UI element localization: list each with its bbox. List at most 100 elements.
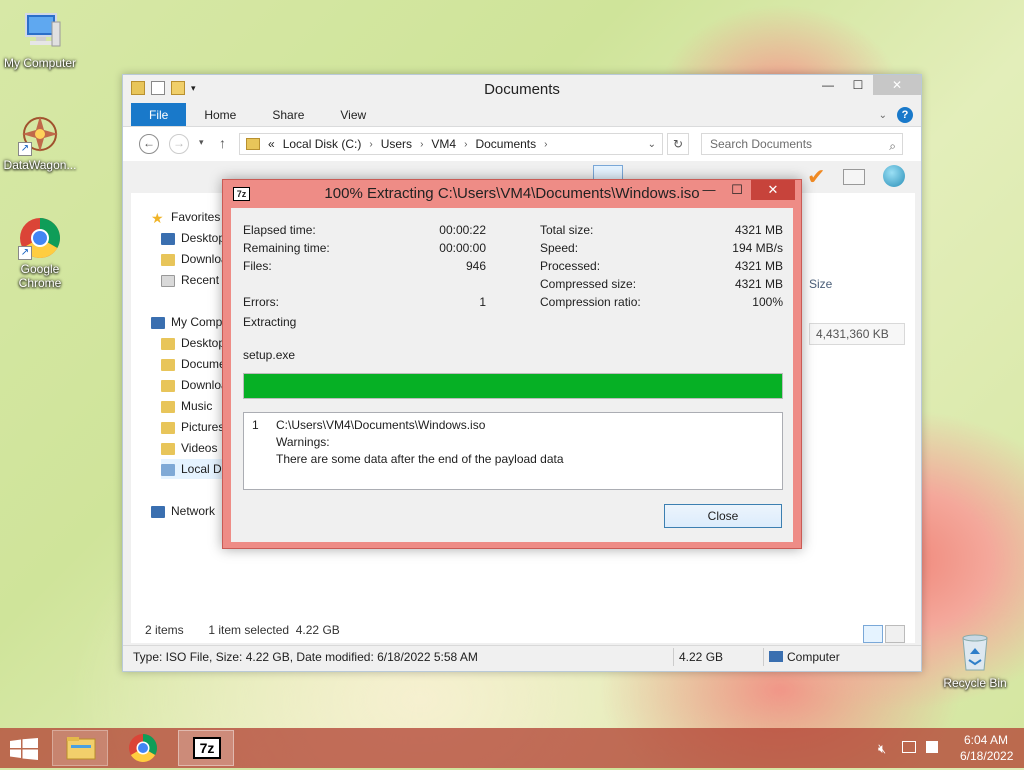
breadcrumb-separator[interactable]: › [369, 139, 372, 150]
downloads-icon [161, 253, 175, 266]
errors-label: Errors: [243, 295, 279, 309]
desktop-icon-label: My Computer [3, 56, 77, 70]
processed-value: 4321 MB [734, 259, 783, 273]
desktop-icon-label: Recycle Bin [943, 676, 1007, 690]
chevron-down-icon[interactable]: ⌄ [648, 139, 656, 150]
progress-fill [244, 374, 782, 398]
taskbar-7zip[interactable]: 7z [178, 730, 234, 766]
window-controls: — ☐ ✕ [813, 75, 921, 95]
messages-list[interactable]: 1 C:\Users\VM4\Documents\Windows.iso War… [243, 412, 783, 490]
forward-button[interactable]: → [169, 134, 189, 154]
column-header-size[interactable]: Size [809, 277, 832, 291]
ribbon-right: ⌄ ? [879, 107, 913, 123]
breadcrumb-separator[interactable]: › [420, 139, 423, 150]
maximize-icon[interactable]: ☐ [843, 75, 873, 95]
globe-icon[interactable] [883, 165, 905, 187]
up-icon[interactable]: ↑ [219, 135, 226, 151]
refresh-button[interactable]: ↻ [667, 133, 689, 155]
breadcrumb-local-disk[interactable]: Local Disk (C:) [283, 137, 362, 151]
recent-places-icon [161, 274, 175, 287]
recycle-bin-icon [953, 630, 997, 674]
desktop-icon-label: DataWagon... [3, 158, 77, 172]
system-tray: 🔇︎ 6:04 AM 6/18/2022 [864, 728, 1024, 768]
file-details: Type: ISO File, Size: 4.22 GB, Date modi… [133, 650, 478, 664]
desktop-icon-google-chrome[interactable]: ↗ Google Chrome [0, 216, 80, 290]
nav-label: Network [171, 504, 216, 518]
help-icon[interactable]: ? [897, 107, 913, 123]
dialog-window-controls: — ☐ ✕ [695, 180, 795, 200]
maximize-icon[interactable]: ☐ [723, 180, 751, 200]
files-value: 946 [465, 259, 486, 273]
shortcut-arrow-icon: ↗ [18, 142, 32, 156]
music-folder-icon [161, 400, 175, 413]
nav-label: Desktop [181, 336, 226, 350]
compressed-size-value: 4321 MB [734, 277, 783, 291]
star-icon: ★ [151, 209, 164, 226]
remaining-time-value: 00:00:00 [439, 241, 486, 255]
tab-share[interactable]: Share [254, 103, 322, 126]
nav-label: Music [181, 399, 213, 413]
clock-date[interactable]: 6/18/2022 [960, 749, 1013, 763]
windows-start-icon[interactable] [10, 738, 38, 760]
address-bar[interactable]: « Local Disk (C:) › Users › VM4 › Docume… [239, 133, 663, 155]
ribbon-tabs: File Home Share View ⌄ ? [123, 103, 921, 127]
chrome-icon [129, 734, 157, 762]
close-icon[interactable]: ✕ [873, 75, 921, 95]
tab-file[interactable]: File [131, 103, 187, 126]
action-center-icon[interactable] [926, 741, 938, 753]
breadcrumb-documents[interactable]: Documents [475, 137, 536, 151]
folder-icon [246, 138, 260, 150]
dialog-titlebar[interactable]: 7z 100% Extracting C:\Users\VM4\Document… [223, 180, 801, 208]
close-button[interactable]: Close [664, 504, 782, 528]
checkmark-icon[interactable]: ✔ [807, 165, 825, 189]
progress-bar [243, 373, 783, 399]
expand-ribbon-icon[interactable]: ⌄ [879, 110, 887, 121]
address-prefix[interactable]: « [268, 137, 275, 151]
folder-icon [161, 358, 175, 371]
7zip-icon: 7z [193, 737, 221, 759]
breadcrumb-vm4[interactable]: VM4 [431, 137, 456, 151]
processed-label: Processed: [540, 259, 601, 273]
breadcrumb-users[interactable]: Users [381, 137, 412, 151]
desktop-icon-datawagon[interactable]: ↗ DataWagon... [0, 112, 80, 172]
search-icon: ⌕ [889, 139, 896, 153]
large-icons-view-icon[interactable] [885, 625, 905, 643]
navigation-bar: ← → ▾ ↑ « Local Disk (C:) › Users › VM4 … [123, 127, 921, 161]
details-view-icon[interactable] [863, 625, 883, 643]
breadcrumb-separator[interactable]: › [464, 139, 467, 150]
close-icon[interactable]: ✕ [751, 180, 795, 200]
breadcrumb-separator[interactable]: › [544, 139, 547, 150]
minimize-icon[interactable]: — [813, 75, 843, 95]
email-icon[interactable] [843, 169, 865, 185]
computer-icon [151, 316, 165, 329]
desktop-icon-my-computer[interactable]: My Computer [0, 10, 80, 70]
search-placeholder: Search Documents [710, 137, 813, 151]
message-number: 1 [252, 418, 259, 432]
taskbar: 7z 🔇︎ 6:04 AM 6/18/2022 [0, 728, 1024, 768]
clock-time[interactable]: 6:04 AM [964, 733, 1008, 747]
total-size-label: Total size: [540, 223, 594, 237]
explorer-titlebar[interactable]: ▾ Documents — ☐ ✕ [123, 75, 921, 103]
taskbar-chrome[interactable] [115, 730, 171, 766]
file-size: 4.22 GB [679, 650, 724, 664]
volume-muted-icon[interactable]: 🔇︎ [878, 741, 886, 757]
recent-locations-icon[interactable]: ▾ [199, 137, 204, 148]
total-size-value: 4321 MB [734, 223, 783, 237]
minimize-icon[interactable]: — [695, 180, 723, 200]
videos-folder-icon [161, 442, 175, 455]
tab-home[interactable]: Home [186, 103, 254, 126]
tab-view[interactable]: View [322, 103, 384, 126]
errors-value: 1 [479, 295, 486, 309]
dialog-body: Elapsed time: 00:00:22 Remaining time: 0… [231, 208, 793, 542]
desktop-icon-label: Google Chrome [18, 262, 62, 290]
taskbar-file-explorer[interactable] [52, 730, 108, 766]
view-switcher [863, 625, 905, 643]
back-button[interactable]: ← [139, 134, 159, 154]
desktop-icon-recycle-bin[interactable]: Recycle Bin [935, 630, 1015, 690]
file-size-cell: 4,431,360 KB [809, 323, 905, 345]
folder-icon [161, 337, 175, 350]
network-icon[interactable] [902, 741, 916, 753]
search-input[interactable]: Search Documents ⌕ [701, 133, 903, 155]
folder-icon [161, 379, 175, 392]
files-label: Files: [243, 259, 272, 273]
